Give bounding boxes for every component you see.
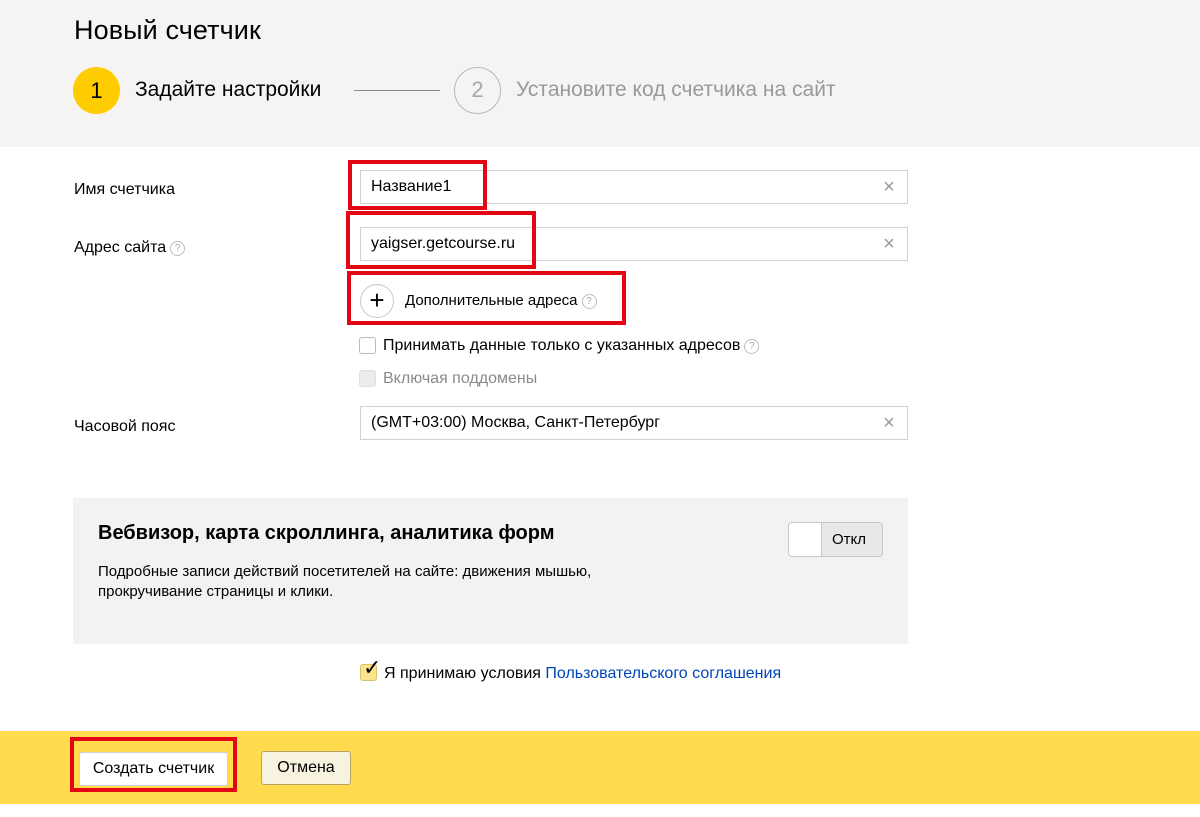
timezone-label: Часовой пояс	[74, 418, 176, 435]
site-address-label-row: Адрес сайта?	[74, 239, 186, 257]
webvisor-toggle[interactable]: Откл	[788, 522, 883, 557]
step-1-label: Задайте настройки	[135, 78, 322, 101]
step-2-indicator: 2	[454, 67, 501, 114]
close-icon[interactable]: ×	[880, 177, 898, 197]
page-bottom	[0, 804, 1200, 817]
highlight-frame	[347, 271, 626, 325]
checkmark-icon: ✓	[363, 655, 382, 680]
question-circle-icon[interactable]: ?	[170, 241, 186, 256]
webvisor-description: Подробные записи действий посетителей на…	[98, 563, 592, 600]
webvisor-title: Вебвизор, карта скроллинга, аналитика фо…	[98, 522, 555, 544]
toggle-knob	[789, 523, 822, 556]
timezone-select[interactable]: (GMT+03:00) Москва, Санкт-Петербург ×	[360, 406, 908, 440]
user-agreement-link[interactable]: Пользовательского соглашения	[545, 665, 781, 682]
step-divider	[354, 90, 440, 91]
include-subdomains-label: Включая поддомены	[383, 370, 538, 387]
page-title: Новый счетчик	[74, 15, 261, 45]
agreement-checkbox[interactable]: ✓	[360, 657, 381, 681]
accept-only-listed-row[interactable]: Принимать данные только с указанных адре…	[383, 337, 760, 355]
highlight-frame	[348, 160, 487, 210]
highlight-frame	[70, 737, 237, 792]
include-subdomains-checkbox	[359, 370, 376, 387]
counter-name-label: Имя счетчика	[74, 181, 175, 198]
close-icon[interactable]: ×	[880, 234, 898, 254]
cancel-button[interactable]: Отмена	[261, 751, 351, 785]
step-1-indicator: 1	[73, 67, 120, 114]
timezone-value: (GMT+03:00) Москва, Санкт-Петербург	[371, 414, 661, 431]
close-icon[interactable]: ×	[880, 413, 898, 433]
question-circle-icon[interactable]: ?	[744, 339, 760, 354]
site-address-label: Адрес сайта	[74, 239, 167, 256]
step-2-label: Установите код счетчика на сайт	[516, 78, 836, 101]
accept-only-listed-checkbox[interactable]	[359, 337, 376, 354]
webvisor-panel: Вебвизор, карта скроллинга, аналитика фо…	[73, 498, 908, 644]
page-header: Новый счетчик 1 Задайте настройки 2 Уста…	[0, 0, 1200, 147]
webvisor-toggle-label: Откл	[832, 531, 867, 548]
accept-only-listed-label: Принимать данные только с указанных адре…	[383, 337, 741, 354]
agreement-row: Я принимаю условия Пользовательского сог…	[384, 665, 781, 683]
highlight-frame	[346, 211, 536, 269]
agreement-text: Я принимаю условия	[384, 665, 546, 682]
